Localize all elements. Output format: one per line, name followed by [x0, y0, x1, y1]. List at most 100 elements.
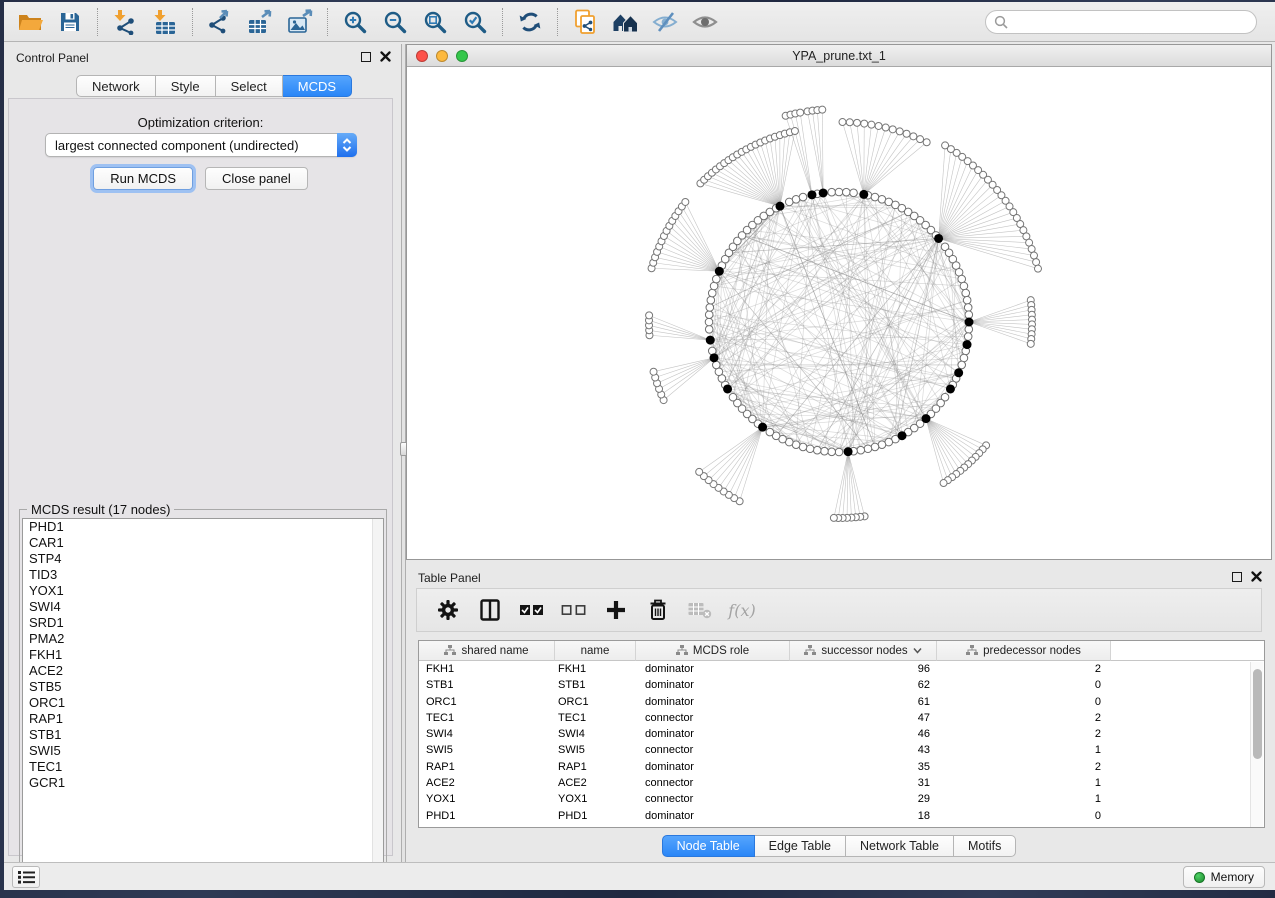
list-item[interactable]: TEC1	[23, 759, 383, 775]
table-cell: 47	[790, 710, 937, 726]
tab-style[interactable]: Style	[156, 75, 216, 97]
tab-network-table[interactable]: Network Table	[846, 835, 954, 857]
list-item[interactable]: ORC1	[23, 695, 383, 711]
list-item[interactable]: PHD1	[23, 519, 383, 535]
new-network-from-selection-button[interactable]	[565, 6, 605, 38]
table-row[interactable]: SWI4SWI4dominator462	[419, 726, 1264, 742]
fit-content-button[interactable]	[415, 6, 455, 38]
table-scrollbar[interactable]	[1250, 662, 1263, 828]
first-neighbors-button[interactable]	[605, 6, 645, 38]
list-item[interactable]: FKH1	[23, 647, 383, 663]
list-item[interactable]: CAR1	[23, 535, 383, 551]
column-header-filler	[1111, 641, 1264, 661]
import-network-button[interactable]	[105, 6, 145, 38]
table-cell: connector	[636, 742, 790, 758]
delete-columns-button[interactable]	[645, 597, 671, 623]
hide-selected-button[interactable]	[645, 6, 685, 38]
list-item[interactable]: STB5	[23, 679, 383, 695]
table-cell: RAP1	[419, 759, 555, 775]
list-item[interactable]: STB1	[23, 727, 383, 743]
column-header-predecessor-nodes[interactable]: predecessor nodes	[937, 641, 1111, 661]
export-image-icon	[287, 9, 314, 35]
table-row[interactable]: SWI5SWI5connector431	[419, 742, 1264, 758]
zoom-in-button[interactable]	[335, 6, 375, 38]
export-table-button[interactable]	[240, 6, 280, 38]
export-network-button[interactable]	[200, 6, 240, 38]
list-item[interactable]: SRD1	[23, 615, 383, 631]
list-item[interactable]: YOX1	[23, 583, 383, 599]
save-icon	[59, 11, 81, 33]
show-hide-columns-button[interactable]	[477, 597, 503, 623]
table-row[interactable]: TEC1TEC1connector472	[419, 710, 1264, 726]
node-table-header: shared name name MCDS role	[419, 641, 1264, 661]
refresh-view-button[interactable]	[510, 6, 550, 38]
list-item[interactable]: SWI4	[23, 599, 383, 615]
close-traffic-light[interactable]	[416, 50, 428, 62]
table-scrollbar-thumb[interactable]	[1253, 669, 1262, 759]
table-row[interactable]: FKH1FKH1dominator962	[419, 661, 1264, 677]
list-item[interactable]: RAP1	[23, 711, 383, 727]
search-input[interactable]	[1013, 15, 1248, 29]
table-row[interactable]: YOX1YOX1connector291	[419, 791, 1264, 807]
table-row[interactable]: PHD1PHD1dominator180	[419, 808, 1264, 824]
zoom-out-button[interactable]	[375, 6, 415, 38]
desktop-wallpaper: Control Panel Network Style Select MCDS …	[0, 0, 1275, 898]
select-all-rows-button[interactable]	[519, 597, 545, 623]
list-scrollbar[interactable]	[372, 519, 383, 877]
new-column-button[interactable]	[603, 597, 629, 623]
float-icon[interactable]	[361, 52, 371, 62]
list-item[interactable]: STP4	[23, 551, 383, 567]
tab-node-table[interactable]: Node Table	[662, 835, 755, 857]
deselect-all-rows-button[interactable]	[561, 597, 587, 623]
toolbar-separator	[557, 8, 558, 36]
show-all-button[interactable]	[685, 6, 725, 38]
list-item[interactable]: SWI5	[23, 743, 383, 759]
export-image-button[interactable]	[280, 6, 320, 38]
mcds-result-title: MCDS result (17 nodes)	[27, 502, 174, 517]
list-item[interactable]: PMA2	[23, 631, 383, 647]
tab-motifs[interactable]: Motifs	[954, 835, 1016, 857]
table-cell: PHD1	[555, 808, 636, 824]
function-builder-button: f(x)	[729, 597, 755, 623]
close-icon[interactable]	[380, 51, 391, 62]
zoom-out-icon	[383, 10, 407, 34]
list-item[interactable]: GCR1	[23, 775, 383, 791]
column-header-shared-name[interactable]: shared name	[419, 641, 555, 661]
table-cell: 0	[937, 677, 1111, 693]
column-header-successor-nodes[interactable]: successor nodes	[790, 641, 937, 661]
zoom-selected-button[interactable]	[455, 6, 495, 38]
tab-edge-table[interactable]: Edge Table	[755, 835, 846, 857]
table-row[interactable]: ORC1ORC1dominator610	[419, 694, 1264, 710]
import-table-button[interactable]	[145, 6, 185, 38]
table-cell: dominator	[636, 726, 790, 742]
open-file-button[interactable]	[10, 6, 50, 38]
zoom-traffic-light[interactable]	[456, 50, 468, 62]
table-panel-tabs: Node Table Edge Table Network Table Moti…	[406, 835, 1272, 857]
table-options-gear-button[interactable]	[435, 597, 461, 623]
minimize-traffic-light[interactable]	[436, 50, 448, 62]
table-cell: connector	[636, 775, 790, 791]
memory-button[interactable]: Memory	[1183, 866, 1265, 888]
criterion-dropdown[interactable]: largest connected component (undirected)	[45, 133, 357, 157]
table-row[interactable]: ACE2ACE2connector311	[419, 775, 1264, 791]
column-header-mcds-role[interactable]: MCDS role	[636, 641, 790, 661]
task-history-button[interactable]	[12, 866, 40, 888]
tab-select[interactable]: Select	[216, 75, 283, 97]
network-window-titlebar[interactable]: YPA_prune.txt_1	[407, 45, 1271, 67]
mcds-result-list[interactable]: PHD1CAR1STP4TID3YOX1SWI4SRD1PMA2FKH1ACE2…	[22, 518, 384, 878]
column-label: shared name	[461, 645, 528, 657]
table-row[interactable]: RAP1RAP1dominator352	[419, 759, 1264, 775]
close-icon[interactable]	[1251, 571, 1262, 582]
table-row[interactable]: STB1STB1dominator620	[419, 677, 1264, 693]
list-item[interactable]: ACE2	[23, 663, 383, 679]
column-header-name[interactable]: name	[555, 641, 636, 661]
network-graph[interactable]	[407, 67, 1271, 559]
close-panel-button[interactable]: Close panel	[205, 167, 308, 190]
run-mcds-button[interactable]: Run MCDS	[93, 167, 193, 190]
list-item[interactable]: TID3	[23, 567, 383, 583]
save-session-button[interactable]	[50, 6, 90, 38]
tab-network[interactable]: Network	[76, 75, 156, 97]
float-icon[interactable]	[1232, 572, 1242, 582]
tab-mcds[interactable]: MCDS	[283, 75, 352, 97]
network-canvas[interactable]	[407, 67, 1271, 559]
